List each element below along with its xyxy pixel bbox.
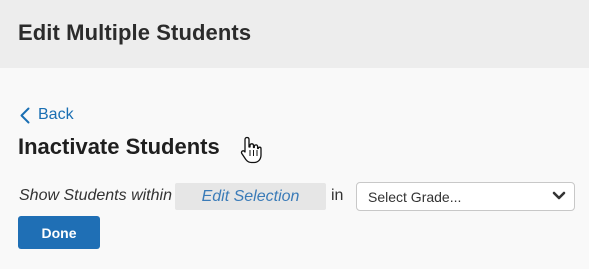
back-link[interactable]: Back [20, 106, 74, 124]
back-link-label: Back [38, 106, 74, 123]
header-title: Edit Multiple Students [18, 20, 252, 45]
chevron-down-icon [552, 191, 566, 200]
show-students-label: Show Students within [19, 187, 172, 204]
page-header: Edit Multiple Students [0, 0, 589, 68]
main-content: Back Inactivate Students Show Students w… [0, 68, 589, 269]
grade-select[interactable]: Select Grade... [356, 182, 575, 211]
chevron-left-icon [20, 107, 30, 123]
edit-selection-button[interactable]: Edit Selection [175, 183, 326, 210]
page-title: Inactivate Students [18, 134, 220, 159]
grade-select-placeholder: Select Grade... [368, 188, 462, 205]
in-label: in [331, 187, 344, 204]
done-button[interactable]: Done [18, 216, 100, 249]
student-filter-row: Show Students within Edit Selection in S… [18, 182, 578, 212]
